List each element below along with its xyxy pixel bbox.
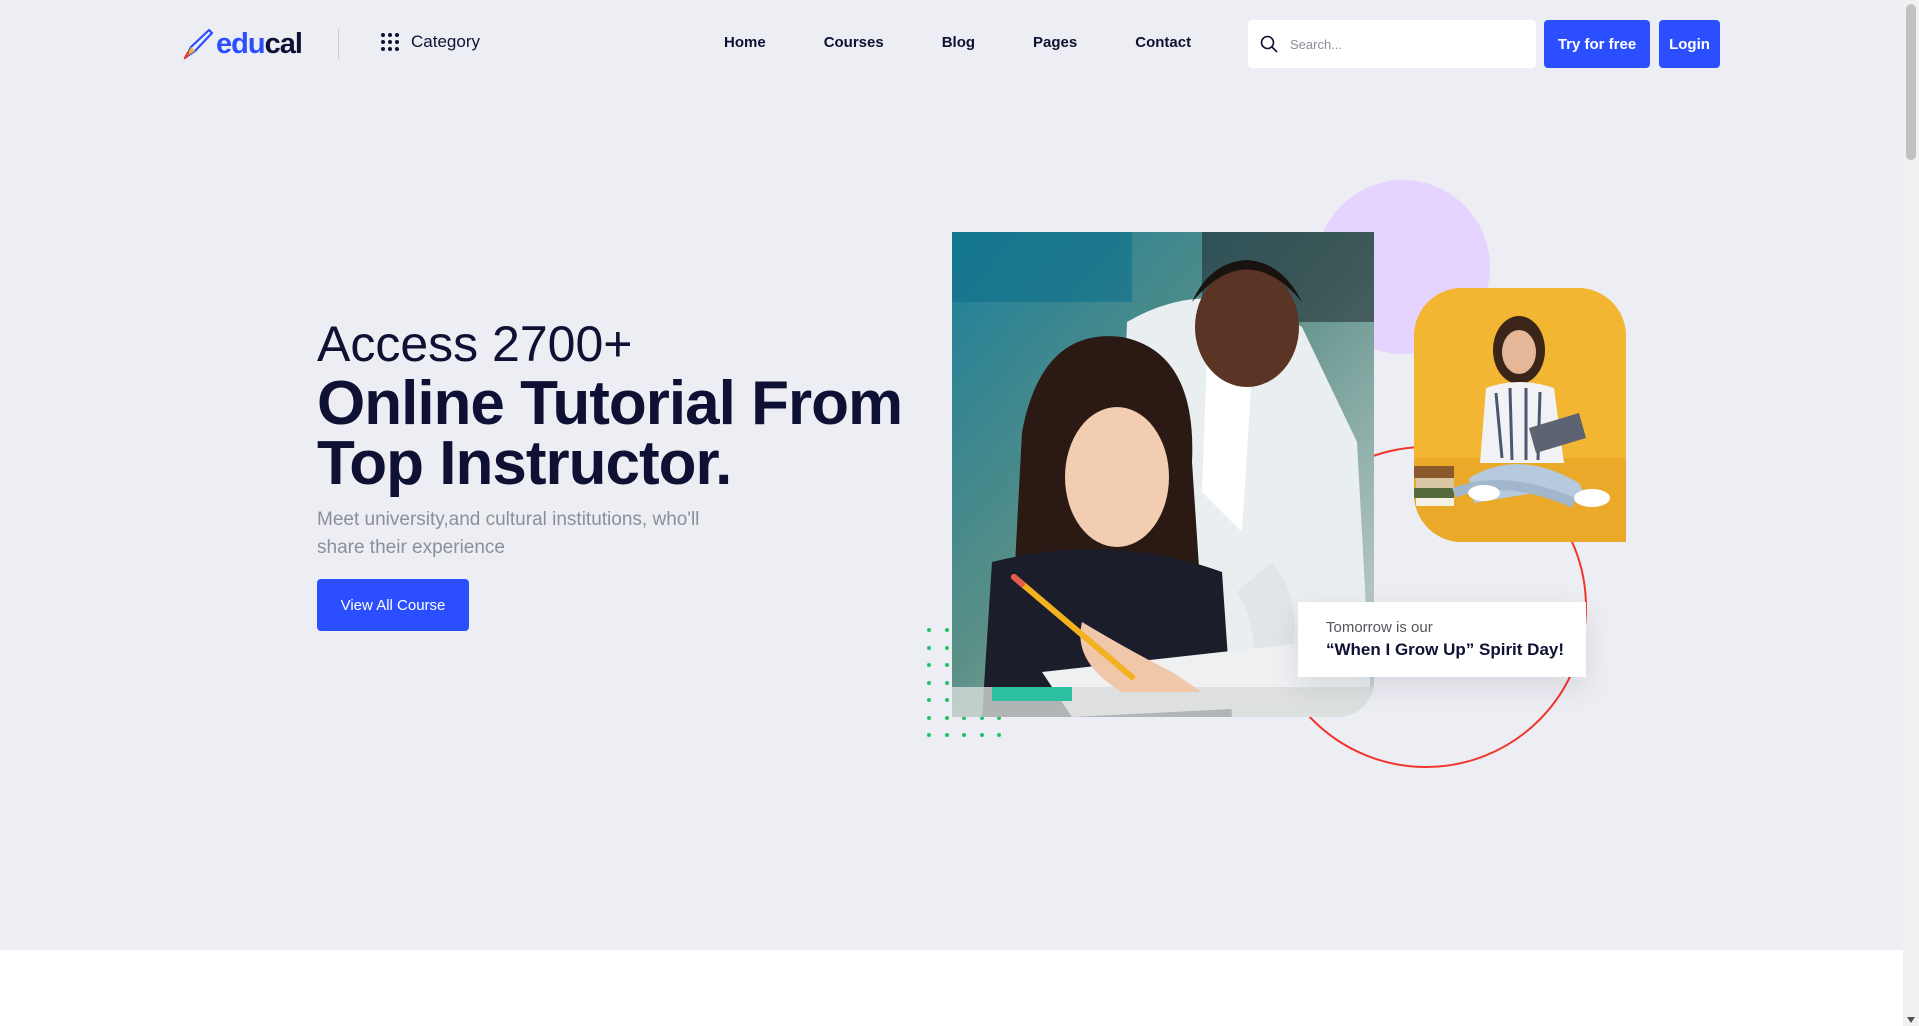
nav-contact[interactable]: Contact: [1135, 34, 1191, 51]
decorative-dot: [927, 733, 931, 737]
decorative-dot: [944, 715, 949, 720]
pencil-logo-icon: [183, 28, 214, 60]
student-sitting-illustration: [1414, 288, 1626, 542]
decorative-dot: [944, 645, 949, 650]
try-for-free-button[interactable]: Try for free: [1544, 20, 1650, 68]
site-header: educal Category Home Courses Blog Pages …: [0, 0, 1903, 88]
logo[interactable]: educal: [182, 26, 303, 62]
decorative-dot: [962, 733, 966, 737]
note-big-text: “When I Grow Up” Spirit Day!: [1326, 640, 1565, 659]
decorative-dot: [944, 628, 949, 632]
grid-icon: [381, 33, 399, 51]
event-note-card: Tomorrow is our “When I Grow Up” Spirit …: [1298, 602, 1586, 677]
main-nav: Home Courses Blog Pages Contact: [724, 34, 1249, 51]
logo-text-cal: cal: [264, 27, 303, 60]
hero-text: Access 2700+ Online Tutorial From Top In…: [317, 316, 903, 562]
decorative-dot: [927, 715, 931, 720]
search-input[interactable]: [1290, 36, 1510, 52]
decorative-dot: [944, 680, 949, 685]
next-section-band: [0, 950, 1903, 1026]
hero-description: Meet university,and cultural institution…: [317, 509, 700, 558]
note-small-text: Tomorrow is our: [1326, 619, 1433, 636]
search-icon[interactable]: [1260, 35, 1278, 53]
hero-title-line2: Top Instructor.: [317, 429, 732, 498]
login-button[interactable]: Login: [1659, 20, 1720, 68]
decorative-dot: [944, 733, 949, 737]
category-button[interactable]: Category: [381, 32, 480, 52]
view-all-course-button[interactable]: View All Course: [317, 579, 469, 631]
nav-blog[interactable]: Blog: [942, 34, 975, 51]
hero-title-line1: Online Tutorial From: [317, 369, 903, 438]
hero-subtitle: Access 2700+: [317, 316, 633, 372]
vertical-scrollbar[interactable]: [1903, 0, 1919, 1026]
category-label: Category: [411, 32, 480, 51]
page: educal Category Home Courses Blog Pages …: [0, 0, 1903, 1026]
search-box: [1248, 20, 1536, 68]
nav-home[interactable]: Home: [724, 34, 766, 51]
decorative-dot: [944, 663, 949, 667]
decorative-dot: [944, 698, 949, 702]
decorative-dot: [927, 680, 931, 685]
hero-side-photo: [1414, 288, 1626, 542]
hero-title: Online Tutorial From Top Instructor.: [317, 373, 903, 495]
decorative-dot: [979, 733, 984, 737]
nav-pages[interactable]: Pages: [1033, 34, 1077, 51]
logo-text-edu: edu: [216, 27, 266, 60]
scrollbar-thumb[interactable]: [1906, 4, 1916, 160]
nav-courses[interactable]: Courses: [824, 34, 884, 51]
decorative-dot: [927, 663, 931, 667]
decorative-dot: [927, 645, 931, 650]
logo-text: educal: [216, 27, 303, 61]
decorative-dot: [997, 733, 1001, 737]
header-divider: [338, 29, 339, 59]
scroll-down-arrow-icon[interactable]: [1907, 1017, 1915, 1023]
decorative-dot: [927, 628, 931, 632]
decorative-dot: [927, 698, 931, 702]
